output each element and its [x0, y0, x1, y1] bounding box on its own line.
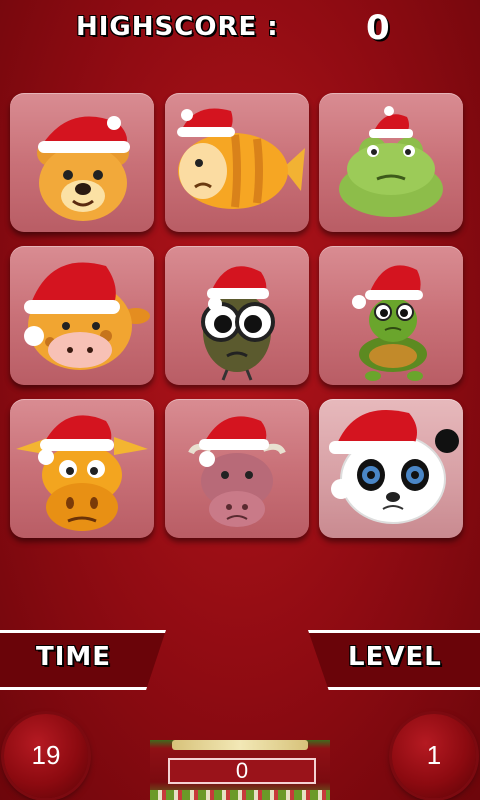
ad-ribbon [172, 740, 308, 750]
level-counter: 1 [392, 714, 476, 798]
bug-card-icon [201, 266, 275, 381]
card-tile-1[interactable] [10, 93, 154, 232]
card-tile-3[interactable] [319, 93, 463, 232]
level-value: 1 [426, 740, 442, 770]
time-value: 19 [31, 740, 61, 770]
header-bar: HIGHSCORE : 0 [0, 0, 480, 60]
turtle-card-icon [352, 265, 427, 381]
ad-score-box: 0 [168, 758, 316, 784]
fish-card-icon [177, 108, 305, 209]
level-label: LEVEL [348, 642, 442, 672]
card-tile-4[interactable] [10, 246, 154, 385]
card-tile-7[interactable] [10, 399, 154, 538]
card-tile-8[interactable] [165, 399, 309, 538]
card-tile-6[interactable] [319, 246, 463, 385]
highscore-label: HIGHSCORE : [76, 12, 279, 42]
card-tile-9[interactable] [319, 399, 463, 538]
ad-score-value: 0 [235, 758, 249, 783]
bull-card-icon [188, 416, 286, 527]
card-tile-5[interactable] [165, 246, 309, 385]
panda-card-icon [329, 409, 459, 524]
card-tile-2[interactable] [165, 93, 309, 232]
frog-card-icon [339, 106, 443, 217]
teddy-bear-card-icon [37, 116, 130, 221]
ad-banner[interactable]: 0 [150, 740, 330, 800]
time-label: TIME [36, 642, 112, 672]
giraffe-card-icon [24, 262, 150, 370]
card-grid [10, 93, 470, 539]
cow-card-icon [16, 415, 148, 531]
highscore-value: 0 [366, 8, 390, 48]
time-counter: 19 [4, 714, 88, 798]
ad-decoration-strip [150, 790, 330, 800]
